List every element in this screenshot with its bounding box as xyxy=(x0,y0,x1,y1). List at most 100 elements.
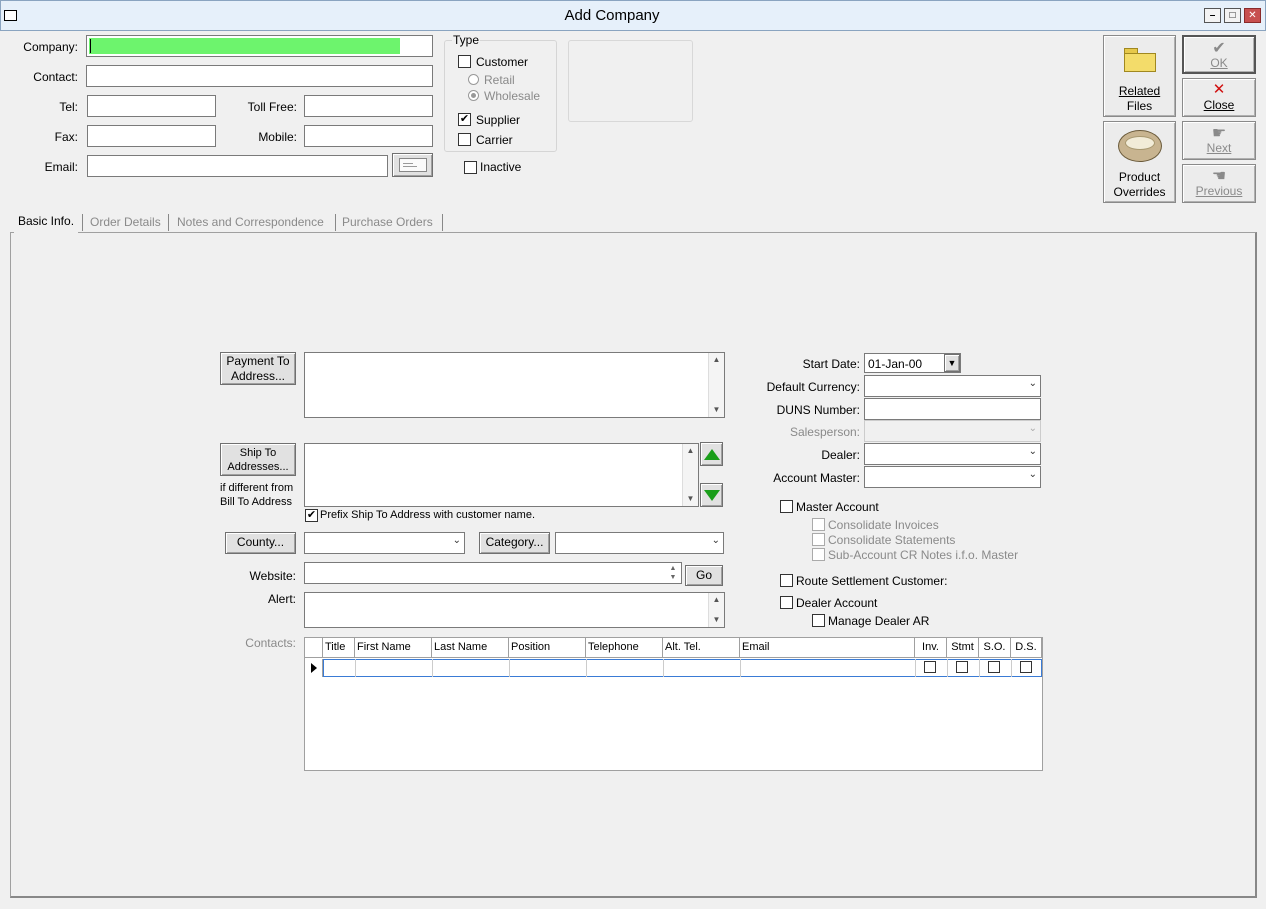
chevron-down-icon: ⌄ xyxy=(1028,446,1037,457)
tel-input[interactable] xyxy=(87,95,216,117)
dealer-account-label: Dealer Account xyxy=(796,596,878,610)
contacts-grid[interactable]: Title First Name Last Name Position Tele… xyxy=(304,637,1043,771)
ship-to-addresses-button[interactable]: Ship To Addresses... xyxy=(220,443,296,476)
alert-textarea[interactable]: ▲ ▼ xyxy=(304,592,725,628)
wholesale-label: Wholesale xyxy=(484,89,541,103)
company-label: Company: xyxy=(23,40,78,54)
col-email[interactable]: Email xyxy=(740,638,915,658)
consolidate-invoices-checkbox[interactable] xyxy=(812,518,825,531)
title-bar: Add Company – □ ✕ xyxy=(0,0,1266,31)
type-group-title: Type xyxy=(452,33,481,47)
text-cursor xyxy=(90,39,91,53)
payment-address-scrollbar[interactable]: ▲ ▼ xyxy=(708,353,724,417)
previous-button[interactable]: ☚ Previous xyxy=(1182,164,1256,203)
inactive-checkbox[interactable] xyxy=(464,161,477,174)
master-account-checkbox[interactable] xyxy=(780,500,793,513)
company-image-placeholder[interactable] xyxy=(568,40,693,122)
col-inv[interactable]: Inv. xyxy=(915,638,947,658)
previous-label: Previous xyxy=(1195,184,1243,198)
col-telephone[interactable]: Telephone xyxy=(586,638,663,658)
fax-input[interactable] xyxy=(87,125,216,147)
salesperson-select[interactable]: ⌄ xyxy=(864,420,1041,442)
route-settlement-checkbox[interactable] xyxy=(780,574,793,587)
tollfree-input[interactable] xyxy=(304,95,433,117)
account-master-select[interactable]: ⌄ xyxy=(864,466,1041,488)
go-button[interactable]: Go xyxy=(685,565,723,586)
close-window-button[interactable]: ✕ xyxy=(1244,8,1261,23)
dealer-account-checkbox[interactable] xyxy=(780,596,793,609)
col-position[interactable]: Position xyxy=(509,638,586,658)
county-button[interactable]: County... xyxy=(225,532,296,554)
pointing-hand-right-icon: ☛ xyxy=(1211,125,1227,142)
row-ds-checkbox[interactable] xyxy=(1020,661,1032,673)
category-select[interactable]: ⌄ xyxy=(555,532,724,554)
ok-label: OK xyxy=(1210,56,1228,70)
col-so[interactable]: S.O. xyxy=(979,638,1011,658)
email-input[interactable] xyxy=(87,155,388,177)
company-input[interactable] xyxy=(86,35,433,57)
supplier-checkbox[interactable]: ✔ xyxy=(458,113,471,126)
col-ds[interactable]: D.S. xyxy=(1011,638,1042,658)
row-inv-checkbox[interactable] xyxy=(924,661,936,673)
green-up-arrow-icon xyxy=(704,449,720,460)
col-stmt[interactable]: Stmt xyxy=(947,638,979,658)
folder-icon xyxy=(1124,48,1156,72)
tab-basic-info[interactable]: Basic Info. xyxy=(14,212,79,233)
col-first-name[interactable]: First Name xyxy=(355,638,432,658)
duns-input[interactable] xyxy=(864,398,1041,420)
retail-radio[interactable] xyxy=(468,74,479,85)
wholesale-radio[interactable] xyxy=(468,90,479,101)
ship-address-down-button[interactable] xyxy=(700,483,723,507)
website-input[interactable]: ▲ ▼ xyxy=(304,562,682,584)
prefix-ship-checkbox[interactable]: ✔ xyxy=(305,509,318,522)
close-button[interactable]: ✕ Close xyxy=(1182,78,1256,117)
category-button[interactable]: Category... xyxy=(479,532,550,554)
contact-input[interactable] xyxy=(86,65,433,87)
master-account-label: Master Account xyxy=(796,500,879,514)
dealer-select[interactable]: ⌄ xyxy=(864,443,1041,465)
consolidate-statements-label: Consolidate Statements xyxy=(828,533,956,547)
consolidate-statements-checkbox[interactable] xyxy=(812,533,825,546)
route-settlement-label: Route Settlement Customer: xyxy=(796,574,948,588)
alert-scrollbar[interactable]: ▲ ▼ xyxy=(708,593,724,627)
next-button[interactable]: ☛ Next xyxy=(1182,121,1256,160)
tab-purchase-orders[interactable]: Purchase Orders xyxy=(338,213,437,233)
mobile-input[interactable] xyxy=(304,125,433,147)
contacts-label: Contacts: xyxy=(245,636,296,650)
tab-order-details[interactable]: Order Details xyxy=(86,213,165,233)
account-master-label: Account Master: xyxy=(773,471,860,485)
inactive-label: Inactive xyxy=(480,160,522,174)
ship-to-label-1: Ship To xyxy=(239,447,277,459)
manage-dealer-ar-checkbox[interactable] xyxy=(812,614,825,627)
payment-to-address-textarea[interactable]: ▲ ▼ xyxy=(304,352,725,418)
carrier-checkbox[interactable] xyxy=(458,133,471,146)
ok-button[interactable]: ✔ OK xyxy=(1182,35,1256,74)
default-currency-select[interactable]: ⌄ xyxy=(864,375,1041,397)
start-date-picker[interactable]: 01-Jan-00 ▼ xyxy=(864,353,961,373)
sub-account-cr-checkbox[interactable] xyxy=(812,548,825,561)
ship-to-address-textarea[interactable]: ▲ ▼ xyxy=(304,443,699,507)
send-email-button[interactable] xyxy=(392,153,433,177)
ship-address-scrollbar[interactable]: ▲ ▼ xyxy=(682,444,698,506)
ship-note-1: if different from xyxy=(220,482,294,494)
product-overrides-label-2: Overrides xyxy=(1113,185,1166,199)
chevron-down-icon: ⌄ xyxy=(1028,378,1037,389)
col-last-name[interactable]: Last Name xyxy=(432,638,509,658)
row-stmt-checkbox[interactable] xyxy=(956,661,968,673)
minimize-button[interactable]: – xyxy=(1204,8,1221,23)
related-files-button[interactable]: Related Files xyxy=(1103,35,1176,117)
manage-dealer-ar-label: Manage Dealer AR xyxy=(828,614,930,628)
ship-address-up-button[interactable] xyxy=(700,442,723,466)
website-spin-icon[interactable]: ▲ ▼ xyxy=(666,564,680,582)
maximize-button[interactable]: □ xyxy=(1224,8,1241,23)
row-so-checkbox[interactable] xyxy=(988,661,1000,673)
county-select[interactable]: ⌄ xyxy=(304,532,465,554)
dropdown-arrow-icon[interactable]: ▼ xyxy=(944,354,960,372)
tab-notes-correspondence[interactable]: Notes and Correspondence xyxy=(173,213,328,233)
payment-to-address-button[interactable]: Payment To Address... xyxy=(220,352,296,385)
customer-checkbox[interactable] xyxy=(458,55,471,68)
col-title[interactable]: Title xyxy=(323,638,355,658)
product-overrides-button[interactable]: Product Overrides xyxy=(1103,121,1176,203)
row-selector[interactable] xyxy=(305,659,323,677)
col-alt-tel[interactable]: Alt. Tel. xyxy=(663,638,740,658)
